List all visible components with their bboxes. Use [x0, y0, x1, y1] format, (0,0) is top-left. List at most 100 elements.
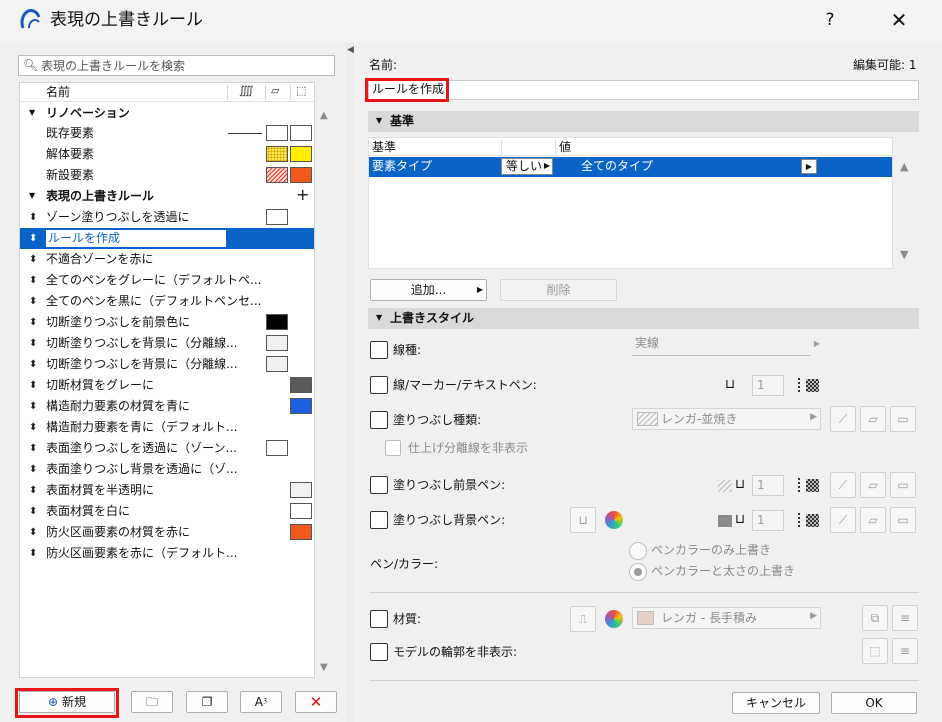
list-item[interactable]: ⬍ 表面材質を半透明に — [20, 480, 314, 501]
line-pen-checkbox[interactable] — [370, 376, 388, 394]
drag-handle-icon[interactable]: ⬍ — [29, 483, 37, 498]
list-item[interactable]: ⬍ 防火区画要素の材質を赤に — [20, 522, 314, 543]
criteria-row[interactable]: 要素タイプ 等しい ▶ 全てのタイプ ▶ — [369, 157, 892, 177]
list-item[interactable]: ⬍ 表面塗りつぶし背景を透過に（ゾ... — [20, 459, 314, 480]
line-type-dropdown[interactable]: 実線 ▶ — [632, 334, 821, 358]
style-section-header[interactable]: ▼ 上書きスタイル — [368, 308, 919, 329]
cancel-button[interactable]: キャンセル — [732, 692, 820, 714]
list-item[interactable]: ⬍ ゾーン塗りつぶしを透過に — [20, 207, 314, 228]
scroll-up-icon[interactable]: ▲ — [320, 110, 328, 121]
value-dropdown-arrow-icon[interactable]: ▶ — [801, 159, 817, 174]
search-input[interactable]: 🔍︎ 表現の上書きルールを検索 — [18, 55, 335, 76]
list-item[interactable]: ⬍ 全てのペンをグレーに（デフォルトペ... — [20, 270, 314, 291]
drag-handle-icon[interactable]: ⬍ — [29, 525, 37, 540]
material-dropdown[interactable]: レンガ - 長手積み ▶ — [632, 607, 821, 629]
criteria-scroll-down-icon[interactable]: ▼ — [900, 248, 908, 261]
list-item[interactable]: ⬍ 切断塗りつぶしを前景色に — [20, 312, 314, 333]
list-item[interactable]: ⬍ 表面塗りつぶしを透過に（ゾーン... — [20, 438, 314, 459]
group-renovation[interactable]: ▼ リノベーション — [20, 103, 314, 124]
help-button[interactable]: ? — [815, 6, 845, 34]
transparent-pen-icon[interactable]: ⊔ — [570, 507, 596, 533]
drag-handle-icon[interactable]: ⬍ — [29, 315, 37, 330]
delete-criterion-button[interactable]: 削除 — [500, 279, 617, 301]
criteria-scroll-up-icon[interactable]: ▲ — [900, 160, 908, 173]
fill-cover-icon[interactable]: ▱ — [860, 472, 886, 498]
drag-handle-icon[interactable]: ⬍ — [29, 210, 37, 225]
fill-type-dropdown[interactable]: レンガ-並焼き ▶ — [632, 408, 821, 430]
new-rule-button[interactable]: ⊕ 新規 — [19, 691, 115, 713]
list-item[interactable]: ⬍ 切断塗りつぶしを背景に（分離線... — [20, 333, 314, 354]
hide-contour-checkbox[interactable] — [370, 643, 388, 661]
close-button[interactable]: ✕ — [884, 6, 914, 34]
fill-cut-icon[interactable]: ⟋ — [830, 472, 856, 498]
radio-color-weight[interactable] — [629, 563, 647, 581]
collapse-left-icon[interactable]: ◀ — [347, 45, 354, 55]
fill-bg-pen-checkbox[interactable] — [370, 511, 388, 529]
drag-handle-icon[interactable]: ⬍ — [29, 546, 37, 561]
add-rule-icon[interactable]: + — [296, 186, 309, 204]
material-checkbox[interactable] — [370, 610, 388, 628]
pen-color-icon[interactable] — [806, 479, 819, 492]
list-item[interactable]: ⬍ 防火区画要素を赤に（デフォルト... — [20, 543, 314, 564]
line-type-checkbox[interactable] — [370, 341, 388, 359]
drag-handle-icon[interactable]: ⬍ — [29, 420, 37, 435]
color-wheel-icon[interactable] — [605, 610, 623, 628]
criteria-section-header[interactable]: ▼ 基準 — [368, 111, 919, 132]
delete-button[interactable]: ✕ — [295, 691, 337, 713]
drag-handle-icon[interactable]: ⬍ — [29, 399, 37, 414]
drag-handle-icon[interactable]: ⬍ — [29, 294, 37, 309]
line-pen-number-field[interactable]: 1 — [752, 375, 784, 396]
fill-cut-icon[interactable]: ⟋ — [830, 406, 856, 432]
list-item[interactable]: 既存要素 — [20, 123, 314, 144]
operator-dropdown[interactable]: 等しい ▶ — [501, 158, 553, 175]
panel-splitter[interactable] — [346, 42, 354, 722]
list-item[interactable]: ⬍ 切断材質をグレーに — [20, 375, 314, 396]
fill-drafting-icon[interactable]: ▭ — [890, 406, 916, 432]
list-scrollbar[interactable]: ▲ ▼ — [316, 82, 336, 678]
list-item[interactable]: ⬍ 全てのペンを黒に（デフォルトペンセ... — [20, 291, 314, 312]
fg-pen-number-field[interactable]: 1 — [752, 475, 784, 496]
list-item-selected[interactable]: ⬍ ルールを作成 — [20, 228, 314, 249]
list-item[interactable]: ⬍ 不適合ゾーンを赤に — [20, 249, 314, 270]
drag-handle-icon[interactable]: ⬍ — [29, 252, 37, 267]
fill-cut-icon[interactable]: ⟋ — [830, 507, 856, 533]
contour-hatch-icon[interactable]: ≡ — [892, 638, 918, 664]
column-name-header[interactable]: 名前 — [46, 85, 70, 99]
fill-drafting-icon[interactable]: ▭ — [890, 507, 916, 533]
fill-drafting-icon[interactable]: ▭ — [890, 472, 916, 498]
drag-handle-icon[interactable]: ⬍ — [29, 231, 37, 246]
drag-handle-icon[interactable]: ⬍ — [29, 378, 37, 393]
drag-handle-icon[interactable]: ⬍ — [29, 462, 37, 477]
list-item[interactable]: ⬍ 構造耐力要素の材質を青に — [20, 396, 314, 417]
new-folder-button[interactable]: 🗀︎ — [131, 691, 173, 713]
material-apply-icon[interactable]: ⧉ — [862, 605, 888, 631]
hide-separator-checkbox[interactable] — [385, 440, 401, 456]
material-brush-icon[interactable]: ⎍ — [570, 606, 596, 632]
color-wheel-icon[interactable] — [605, 511, 623, 529]
drag-handle-icon[interactable]: ⬍ — [29, 273, 37, 288]
rename-button[interactable]: A⁳ — [240, 691, 282, 713]
fill-cover-icon[interactable]: ▱ — [860, 507, 886, 533]
add-criterion-button[interactable]: 追加... ▶ — [370, 279, 487, 301]
pen-color-icon[interactable] — [806, 379, 819, 392]
fill-fg-pen-checkbox[interactable] — [370, 476, 388, 494]
contour-cube-icon[interactable]: ⬚ — [862, 638, 888, 664]
material-surface-icon[interactable]: ≡ — [892, 605, 918, 631]
radio-color-only[interactable] — [629, 542, 647, 560]
list-item[interactable]: ⬍ 表面材質を白に — [20, 501, 314, 522]
pen-color-icon[interactable] — [806, 514, 819, 527]
fill-cover-icon[interactable]: ▱ — [860, 406, 886, 432]
drag-handle-icon[interactable]: ⬍ — [29, 504, 37, 519]
list-item[interactable]: 解体要素 — [20, 144, 314, 165]
ok-button[interactable]: OK — [831, 692, 917, 714]
scroll-down-icon[interactable]: ▼ — [320, 662, 328, 673]
group-override-rules[interactable]: ▼ 表現の上書きルール + — [20, 186, 314, 207]
duplicate-button[interactable]: ❐ — [186, 691, 228, 713]
drag-handle-icon[interactable]: ⬍ — [29, 357, 37, 372]
list-item[interactable]: ⬍ 構造耐力要素を青に（デフォルト... — [20, 417, 314, 438]
name-input[interactable]: ルールを作成 — [368, 80, 919, 100]
list-item[interactable]: ⬍ 切断塗りつぶしを背景に（分離線... — [20, 354, 314, 375]
fill-type-checkbox[interactable] — [370, 411, 388, 429]
bg-pen-number-field[interactable]: 1 — [752, 510, 784, 531]
rename-input[interactable]: ルールを作成 — [45, 229, 227, 248]
